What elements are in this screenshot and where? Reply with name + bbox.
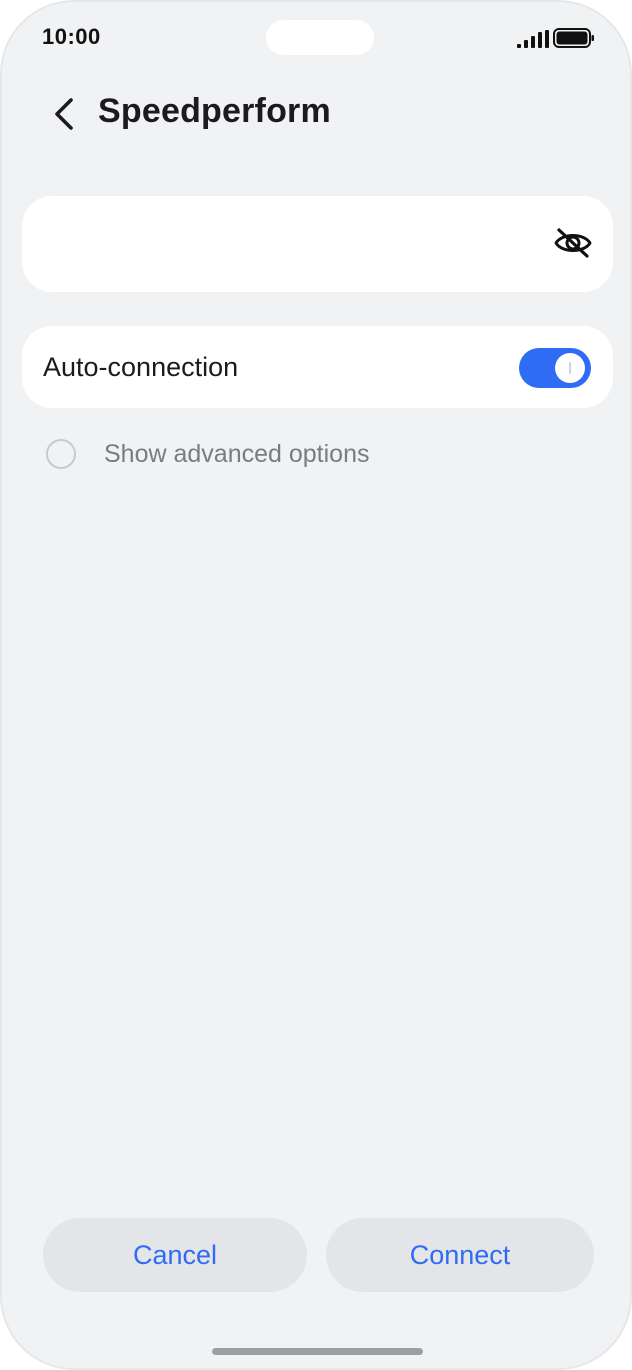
advanced-options-label: Show advanced options bbox=[104, 439, 370, 468]
password-card bbox=[22, 196, 613, 292]
dynamic-island bbox=[266, 20, 374, 55]
password-input[interactable] bbox=[44, 218, 538, 272]
cellular-signal-icon bbox=[517, 30, 549, 48]
show-advanced-options-row[interactable]: Show advanced options bbox=[46, 434, 369, 474]
back-button[interactable] bbox=[42, 90, 86, 138]
phone-screen: 10:00 Speedperform Auto-connection Show … bbox=[0, 0, 632, 1370]
toggle-knob bbox=[555, 353, 585, 383]
connect-button[interactable]: Connect bbox=[326, 1218, 594, 1292]
eye-slash-icon bbox=[554, 228, 592, 258]
status-time: 10:00 bbox=[42, 24, 101, 49]
auto-connection-row: Auto-connection bbox=[22, 326, 613, 408]
advanced-options-radio[interactable] bbox=[46, 439, 76, 469]
auto-connection-label: Auto-connection bbox=[43, 352, 239, 382]
cancel-button[interactable]: Cancel bbox=[43, 1218, 307, 1292]
chevron-left-icon bbox=[55, 98, 73, 130]
toggle-password-visibility-button[interactable] bbox=[552, 222, 594, 264]
auto-connection-toggle[interactable] bbox=[519, 348, 591, 388]
home-indicator[interactable] bbox=[212, 1348, 423, 1355]
page-title: Speedperform bbox=[98, 92, 331, 130]
battery-icon bbox=[553, 28, 594, 48]
